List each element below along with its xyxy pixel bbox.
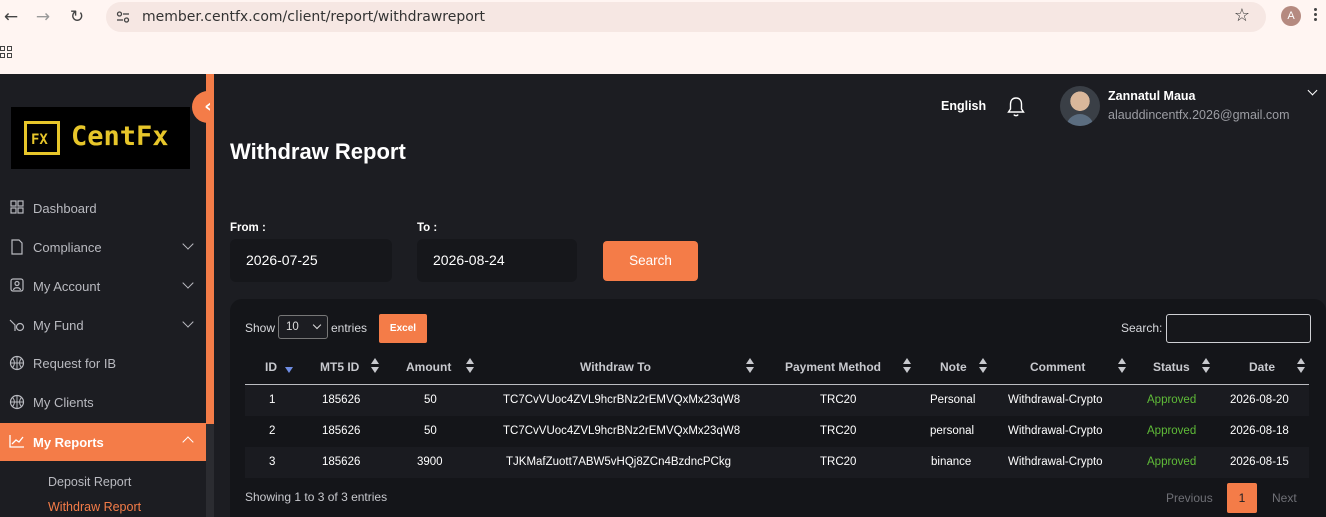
table-info: Showing 1 to 3 of 3 entries [245,490,388,504]
page-length-select[interactable]: 10 [278,315,328,339]
page-title: Withdraw Report [230,139,406,164]
chevron-down-icon[interactable] [1307,85,1318,96]
column-header-date[interactable]: Date [1249,360,1275,374]
table-row: 1 185626 50 TC7CvVUoc4ZVL9hcrBNz2rEMVQxM… [245,385,1309,416]
column-header-payment-method[interactable]: Payment Method [785,360,881,374]
centfx-logo[interactable]: FX CentFx [11,107,190,169]
from-label: From : [230,222,266,234]
pagination-page-1[interactable]: 1 [1227,483,1257,513]
pagination-previous[interactable]: Previous [1166,491,1213,505]
status-badge: Approved [1147,425,1197,437]
sort-icon[interactable] [1118,358,1126,374]
browser-menu-icon[interactable] [1312,6,1318,26]
show-label: Show [245,321,276,335]
sidebar-subitem-deposit-report[interactable]: Deposit Report [48,475,131,489]
app-root: FX CentFx Dashboard Compliance My Accoun… [0,74,1326,517]
to-date-input[interactable]: 2026-08-24 [417,239,577,282]
fund-icon [9,317,25,333]
chevron-down-icon [182,277,194,289]
table-search-label: Search: [1121,321,1163,335]
user-icon [9,278,25,294]
sort-icon[interactable] [746,358,754,374]
language-selector[interactable]: English [941,99,986,113]
bell-icon[interactable] [1006,96,1026,118]
sort-icon[interactable] [466,358,474,374]
sort-icon[interactable] [371,358,379,374]
back-icon[interactable]: ← [0,6,22,28]
column-header-amount[interactable]: Amount [406,360,451,374]
table-header: ID MT5 ID Amount Withdraw To Payment Met… [245,349,1309,385]
table-row: 3 185626 3900 TJKMafZuott7ABW5vHQj8ZCn4B… [245,447,1309,478]
sidebar-subitem-withdraw-report[interactable]: Withdraw Report [48,500,141,514]
status-badge: Approved [1147,394,1197,406]
column-header-comment[interactable]: Comment [1030,360,1085,374]
bookmark-star-icon[interactable]: ☆ [1234,5,1250,26]
column-header-withdraw-to[interactable]: Withdraw To [580,360,651,374]
reload-icon[interactable]: ↻ [66,6,88,28]
sidebar-item-label: Compliance [33,239,102,255]
status-badge: Approved [1147,456,1197,468]
sidebar: FX CentFx Dashboard Compliance My Accoun… [0,74,206,517]
pagination-next[interactable]: Next [1272,491,1297,505]
document-icon [9,239,25,255]
apps-grid-icon[interactable] [0,46,12,58]
sidebar-item-label: My Clients [33,394,94,410]
sidebar-item-my-account[interactable]: My Account [0,268,206,304]
table-row: 2 185626 50 TC7CvVUoc4ZVL9hcrBNz2rEMVQxM… [269,425,1289,437]
chevron-down-icon [182,238,194,250]
user-email: alauddincentfx.2026@gmail.com [1108,108,1290,122]
sidebar-item-my-fund[interactable]: My Fund [0,307,206,343]
basketball-icon [9,394,25,410]
sidebar-item-my-reports[interactable]: My Reports [0,423,206,461]
sidebar-item-label: My Reports [33,434,104,450]
url-text[interactable]: member.centfx.com/client/report/withdraw… [142,9,485,25]
sort-icon[interactable] [1297,358,1305,374]
scrollbar-thumb[interactable] [206,74,214,424]
chevron-down-icon [312,320,322,330]
search-button[interactable]: Search [603,241,698,281]
sidebar-item-request-for-ib[interactable]: Request for IB [0,345,206,381]
column-header-id[interactable]: ID [265,360,277,374]
browser-profile-avatar[interactable]: A [1281,6,1301,26]
chart-icon [9,434,25,450]
user-name[interactable]: Zannatul Maua [1108,89,1196,103]
sidebar-item-compliance[interactable]: Compliance [0,229,206,265]
sidebar-item-my-clients[interactable]: My Clients [0,384,206,420]
sort-icon[interactable] [1202,358,1210,374]
sort-icon[interactable] [979,358,987,374]
basketball-icon [9,355,25,371]
chevron-down-icon [182,316,194,328]
column-header-status[interactable]: Status [1153,360,1190,374]
browser-chrome: ← → ↻ member.centfx.com/client/report/wi… [0,0,1326,74]
column-header-mt5-id[interactable]: MT5 ID [320,360,359,374]
forward-icon[interactable]: → [32,6,54,28]
report-table-card: Show 10 entries Excel Search: ID MT5 ID … [230,299,1326,517]
address-bar[interactable]: member.centfx.com/client/report/withdraw… [106,2,1266,32]
sidebar-item-label: Dashboard [33,200,97,216]
main-content: English Zannatul Maua alauddincentfx.202… [214,74,1326,517]
site-settings-icon[interactable] [116,10,130,24]
sort-icon[interactable] [285,358,293,374]
logo-text: CentFx [71,121,169,152]
from-date-input[interactable]: 2026-07-25 [230,239,392,282]
entries-label: entries [331,321,368,335]
sidebar-scrollbar[interactable] [206,74,214,517]
sidebar-item-label: Request for IB [33,355,117,371]
avatar[interactable] [1060,86,1100,126]
excel-export-button[interactable]: Excel [379,314,427,343]
column-header-note[interactable]: Note [940,360,967,374]
grid-icon [9,200,25,216]
chevron-up-icon [182,436,194,448]
sort-icon[interactable] [903,358,911,374]
logo-mark: FX [24,121,60,155]
sidebar-item-label: My Account [33,278,101,294]
sidebar-item-dashboard[interactable]: Dashboard [0,190,206,226]
table-search-input[interactable] [1166,314,1311,343]
to-label: To : [417,222,438,234]
sidebar-item-label: My Fund [33,317,84,333]
